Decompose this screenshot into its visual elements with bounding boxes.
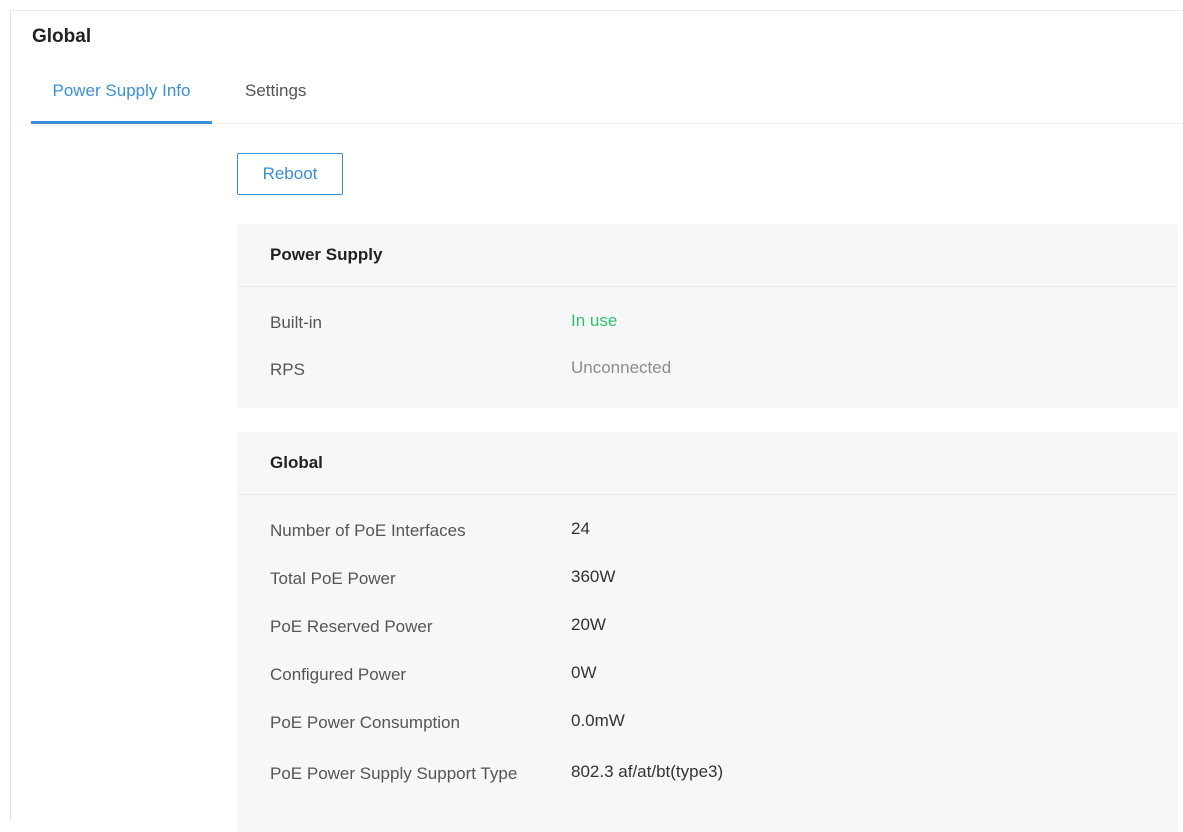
poe-interfaces-value: 24 [571,519,590,539]
tab-power-supply-info[interactable]: Power Supply Info [31,81,212,124]
main-panel: Global Power Supply Info Settings Reboot… [10,10,1183,821]
built-in-status: In use [571,311,617,331]
poe-interfaces-label: Number of PoE Interfaces [270,519,535,543]
power-consumption-label: PoE Power Consumption [270,711,535,735]
power-supply-card: Power Supply Built-in In use RPS Unconne… [237,224,1178,408]
power-consumption-value: 0.0mW [571,711,625,731]
global-card-title: Global [237,432,1178,495]
support-type-label: PoE Power Supply Support Type [270,762,535,786]
reserved-power-value: 20W [571,615,606,635]
total-poe-power-value: 360W [571,567,615,587]
power-supply-card-title: Power Supply [237,224,1178,287]
total-poe-power-label: Total PoE Power [270,567,535,591]
tab-bar: Power Supply Info Settings [31,81,1183,124]
built-in-label: Built-in [270,311,535,335]
support-type-value: 802.3 af/at/bt(type3) [571,762,723,782]
rps-label: RPS [270,358,535,382]
page-title: Global [32,26,91,48]
global-card: Global Number of PoE Interfaces 24 Total… [237,432,1178,832]
tab-settings[interactable]: Settings [245,81,306,121]
configured-power-label: Configured Power [270,663,535,687]
rps-status: Unconnected [571,358,671,378]
reboot-button[interactable]: Reboot [237,153,343,195]
reserved-power-label: PoE Reserved Power [270,615,535,639]
configured-power-value: 0W [571,663,597,683]
